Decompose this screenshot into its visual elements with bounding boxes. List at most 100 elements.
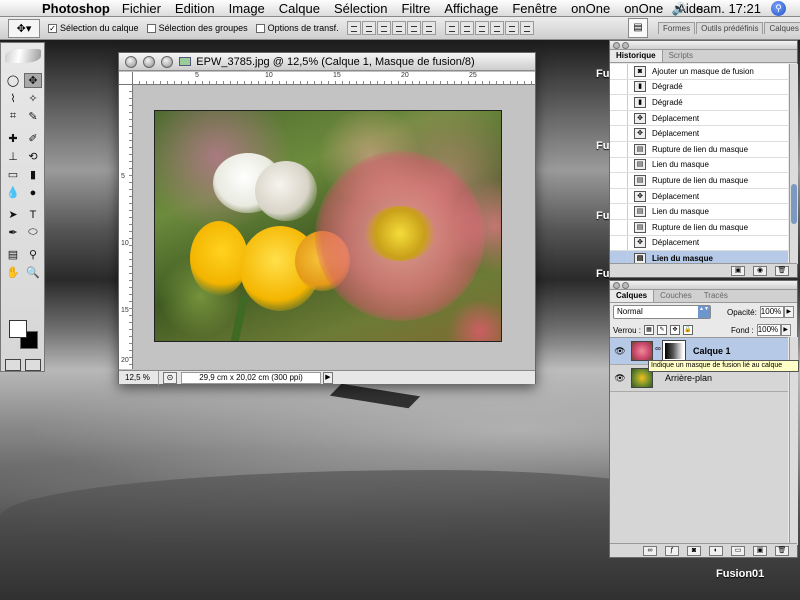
slice-tool-icon[interactable]: ✎ <box>24 109 42 124</box>
type-tool-icon[interactable]: T <box>24 207 42 222</box>
layer-name[interactable]: Calque 1 <box>693 346 731 356</box>
trash-icon[interactable]: 🗑 <box>775 545 789 556</box>
menu-selection[interactable]: Sélection <box>334 1 387 16</box>
history-item[interactable]: ▤ Rupture de lien du masque <box>610 141 788 158</box>
history-scroll-thumb[interactable] <box>791 184 797 224</box>
history-source-gutter[interactable] <box>610 204 628 219</box>
distribute-bottom-icon[interactable] <box>474 21 489 35</box>
spotlight-icon[interactable]: ⚲ <box>771 1 786 16</box>
menu-fichier[interactable]: Fichier <box>122 1 161 16</box>
history-item[interactable]: ✥ Déplacement <box>610 235 788 252</box>
distribute-left-icon[interactable] <box>489 21 504 35</box>
history-source-gutter[interactable] <box>610 141 628 157</box>
menu-onone-2[interactable]: onOne <box>624 1 663 16</box>
menu-affichage[interactable]: Affichage <box>444 1 498 16</box>
auto-select-groups-option[interactable]: Sélection des groupes <box>146 23 248 33</box>
lock-position-icon[interactable]: ✥ <box>670 325 681 335</box>
history-item[interactable]: ▤ Rupture de lien du masque <box>610 173 788 189</box>
layer-mask-thumbnail[interactable] <box>662 340 686 362</box>
brush-tool-icon[interactable]: ✐ <box>24 131 42 146</box>
transform-options-checkbox[interactable] <box>255 23 265 33</box>
desktop-icon-label-fusion01[interactable]: Fusion01 <box>716 568 764 580</box>
transform-options-option[interactable]: Options de transf. <box>255 23 339 33</box>
fill-field[interactable]: 100% <box>756 324 781 336</box>
history-item[interactable]: ▮ Dégradé <box>610 79 788 96</box>
blend-mode-select[interactable]: Normal <box>613 305 711 319</box>
zoom-window-icon[interactable] <box>161 56 173 68</box>
well-tab-calques[interactable]: Calques <box>764 22 800 34</box>
status-preview-icon[interactable]: ⊙ <box>163 371 177 384</box>
history-item[interactable]: ▤ Rupture de lien du masque <box>610 219 788 236</box>
mask-link-chain-icon[interactable]: ∞ <box>655 344 661 358</box>
status-menu-arrow-icon[interactable]: ▶ <box>323 371 333 384</box>
history-item[interactable]: ✥ Déplacement <box>610 110 788 127</box>
menu-clock[interactable]: sam. 17:21 <box>697 1 761 16</box>
eyedropper-tool-icon[interactable]: ⚲ <box>24 247 42 262</box>
marquee-tool-icon[interactable]: ◯ <box>4 73 22 88</box>
history-scrollbar[interactable] <box>789 64 798 264</box>
menu-onone-1[interactable]: onOne <box>571 1 610 16</box>
stamp-tool-icon[interactable]: ⊥ <box>4 149 22 164</box>
align-top-icon[interactable] <box>346 21 361 35</box>
document-title-bar[interactable]: EPW_3785.jpg @ 12,5% (Calque 1, Masque d… <box>119 53 535 71</box>
distribute-vcenter-icon[interactable] <box>459 21 474 35</box>
lasso-tool-icon[interactable]: ⌇ <box>4 91 22 106</box>
menu-filtre[interactable]: Filtre <box>401 1 430 16</box>
distribute-hcenter-icon[interactable] <box>504 21 519 35</box>
history-item[interactable]: ✥ Déplacement <box>610 126 788 142</box>
history-item[interactable]: ✥ Déplacement <box>610 188 788 205</box>
standard-mode-button[interactable] <box>5 359 21 371</box>
new-group-icon[interactable]: ▭ <box>731 545 745 556</box>
history-item[interactable]: ▮ Dégradé <box>610 95 788 111</box>
add-mask-icon[interactable]: ◙ <box>687 545 701 556</box>
history-source-gutter[interactable] <box>610 126 628 141</box>
history-palette-titlebar[interactable] <box>610 41 797 50</box>
menu-app-name[interactable]: Photoshop <box>42 1 110 16</box>
visibility-eye-icon[interactable]: 👁 <box>613 371 627 385</box>
lock-pixels-icon[interactable]: ✎ <box>657 325 668 335</box>
canvas-area[interactable] <box>134 86 535 369</box>
lock-all-icon[interactable]: 🔒 <box>683 325 694 335</box>
pen-tool-icon[interactable]: ✒ <box>4 225 22 240</box>
hand-tool-icon[interactable]: ✋ <box>4 265 22 280</box>
tab-calques[interactable]: Calques <box>610 290 655 302</box>
menu-calque[interactable]: Calque <box>279 1 320 16</box>
history-source-gutter[interactable] <box>610 95 628 110</box>
horizontal-ruler[interactable]: 5 10 15 20 25 <box>133 72 535 85</box>
volume-icon[interactable]: 🔊 <box>672 2 687 16</box>
history-item[interactable]: ◙ Ajouter un masque de fusion <box>610 64 788 80</box>
gradient-tool-icon[interactable]: ▮ <box>24 167 42 182</box>
layer-thumbnail[interactable] <box>631 341 653 361</box>
dodge-tool-icon[interactable]: ● <box>24 185 42 200</box>
collapse-palette-icon[interactable] <box>622 282 629 289</box>
align-bottom-icon[interactable] <box>376 21 391 35</box>
distribute-top-icon[interactable] <box>444 21 459 35</box>
align-hcenter-icon[interactable] <box>406 21 421 35</box>
magic-wand-tool-icon[interactable]: ✧ <box>24 91 42 106</box>
tab-historique[interactable]: Historique <box>610 50 663 62</box>
align-left-icon[interactable] <box>391 21 406 35</box>
quick-mask-mode-button[interactable] <box>25 359 41 371</box>
palette-well-button[interactable]: ▤ <box>628 18 648 38</box>
zoom-field[interactable]: 12,5 % <box>119 370 159 385</box>
fill-arrow-icon[interactable]: ▶ <box>780 324 791 336</box>
trash-icon[interactable]: 🗑 <box>775 265 789 276</box>
close-palette-icon[interactable] <box>613 282 620 289</box>
opacity-arrow-icon[interactable]: ▶ <box>783 306 794 318</box>
tab-scripts[interactable]: Scripts <box>663 50 699 62</box>
vertical-ruler[interactable]: 5 10 15 20 <box>119 85 133 369</box>
history-source-gutter[interactable] <box>610 157 628 173</box>
history-source-gutter[interactable] <box>610 219 628 235</box>
well-tab-outils[interactable]: Outils prédéfinis <box>696 22 764 34</box>
collapse-palette-icon[interactable] <box>622 42 629 49</box>
layer-style-icon[interactable]: ƒ <box>665 545 679 556</box>
align-right-icon[interactable] <box>421 21 436 35</box>
auto-select-layer-checkbox[interactable]: ✓ <box>48 23 57 33</box>
lock-transparency-icon[interactable]: ▦ <box>644 325 655 335</box>
tab-couches[interactable]: Couches <box>654 290 698 302</box>
well-tab-formes[interactable]: Formes <box>658 22 696 34</box>
blur-tool-icon[interactable]: 💧 <box>4 185 22 200</box>
link-layers-icon[interactable]: ∞ <box>643 545 657 556</box>
history-source-gutter[interactable] <box>610 173 628 188</box>
tab-traces[interactable]: Tracés <box>698 290 734 302</box>
